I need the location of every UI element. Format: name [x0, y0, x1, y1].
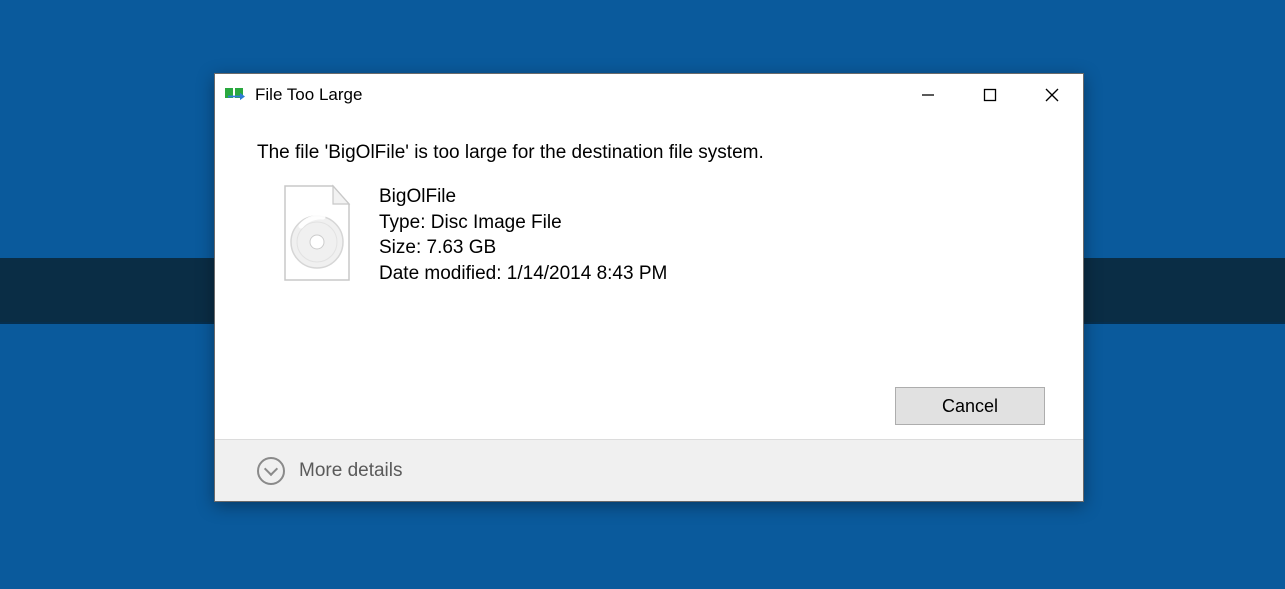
button-row: Cancel: [895, 387, 1045, 425]
file-details: BigOlFile Type: Disc Image File Size: 7.…: [379, 184, 667, 287]
file-info-row: BigOlFile Type: Disc Image File Size: 7.…: [257, 184, 1041, 287]
close-button[interactable]: [1021, 74, 1083, 116]
disc-image-file-icon: [277, 184, 357, 284]
file-too-large-dialog: File Too Large The file 'BigOlFile' is t…: [214, 73, 1084, 502]
window-controls: [897, 74, 1083, 116]
more-details-toggle[interactable]: More details: [299, 460, 403, 482]
file-type: Type: Disc Image File: [379, 210, 667, 236]
file-transfer-icon: [225, 86, 247, 104]
titlebar: File Too Large: [215, 74, 1083, 116]
chevron-down-icon[interactable]: [257, 457, 285, 485]
maximize-button[interactable]: [959, 74, 1021, 116]
file-date-modified: Date modified: 1/14/2014 8:43 PM: [379, 261, 667, 287]
dialog-footer: More details: [215, 439, 1083, 501]
file-size: Size: 7.63 GB: [379, 235, 667, 261]
minimize-button[interactable]: [897, 74, 959, 116]
desktop-background: File Too Large The file 'BigOlFile' is t…: [0, 0, 1285, 589]
dialog-body: The file 'BigOlFile' is too large for th…: [215, 116, 1083, 439]
cancel-button[interactable]: Cancel: [895, 387, 1045, 425]
file-name: BigOlFile: [379, 184, 667, 210]
error-message: The file 'BigOlFile' is too large for th…: [257, 142, 1041, 164]
window-title: File Too Large: [255, 85, 897, 105]
